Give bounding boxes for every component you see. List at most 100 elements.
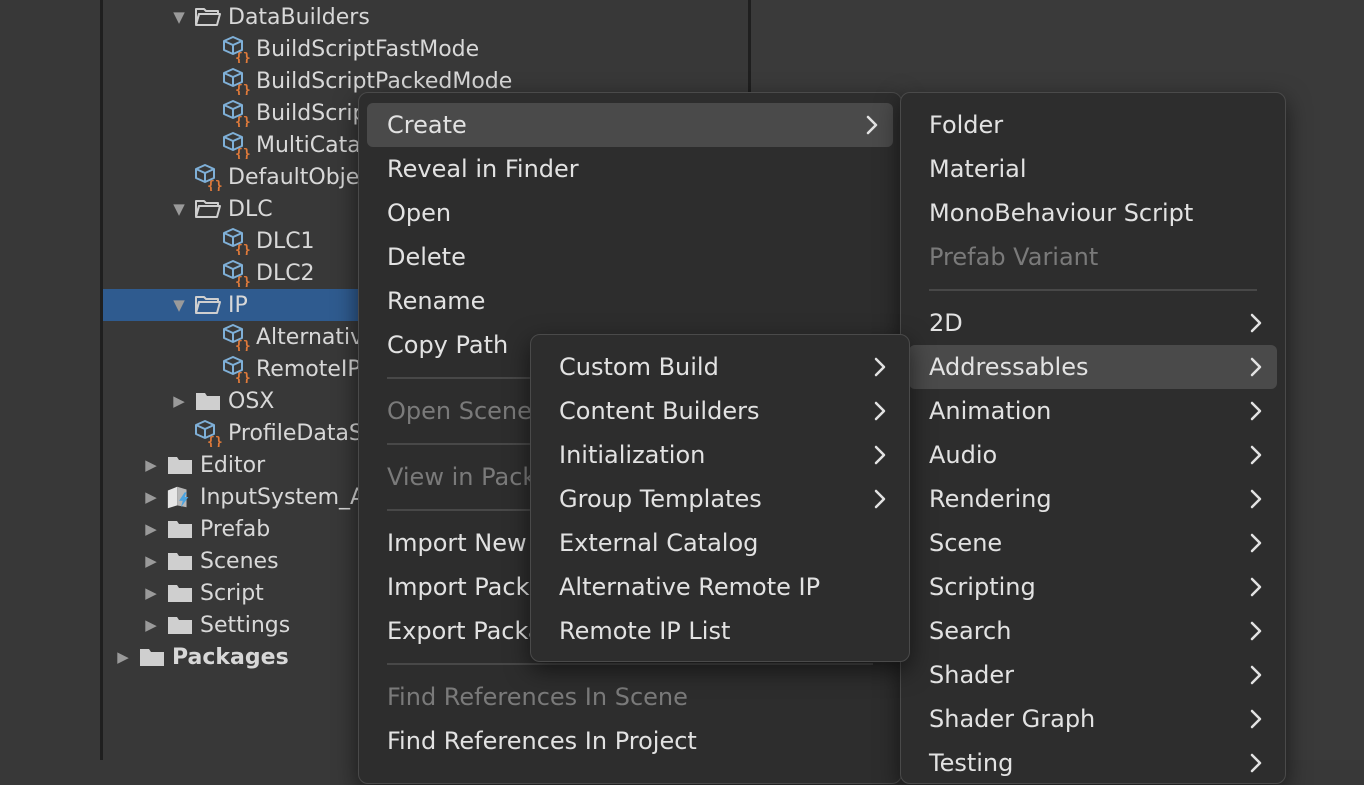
menu-item-shader[interactable]: Shader (909, 653, 1277, 697)
tree-item-label: Script (200, 580, 264, 606)
menu-item-label: Material (929, 155, 1027, 183)
menu-item-label: Delete (387, 243, 466, 271)
menu-item-addressables[interactable]: Addressables (909, 345, 1277, 389)
folder-icon (166, 580, 194, 606)
menu-item-custom-build[interactable]: Custom Build (539, 345, 901, 389)
create-submenu: Folder Material MonoBehaviour Script Prefab… (900, 92, 1286, 784)
chevron-right-icon (1249, 620, 1263, 648)
menu-item-2d[interactable]: 2D (909, 301, 1277, 345)
scriptable-object-icon: {} (194, 420, 222, 447)
expand-arrow-closed-icon[interactable]: ▶ (142, 456, 160, 474)
menu-item-testing[interactable]: Testing (909, 741, 1277, 785)
menu-item-label: External Catalog (559, 529, 759, 557)
menu-item-label: Content Builders (559, 397, 760, 425)
expand-arrow-closed-icon[interactable]: ▶ (142, 616, 160, 634)
chevron-right-icon (1249, 444, 1263, 472)
menu-item-scripting[interactable]: Scripting (909, 565, 1277, 609)
tree-item-label: Prefab (200, 516, 271, 542)
menu-item-content-builders[interactable]: Content Builders (539, 389, 901, 433)
folder-icon (138, 644, 166, 670)
menu-item-label: Shader (929, 661, 1015, 689)
menu-item-label: Create (387, 111, 467, 139)
menu-item-animation[interactable]: Animation (909, 389, 1277, 433)
expand-arrow-open-icon[interactable]: ▼ (170, 8, 188, 26)
menu-item-label: Custom Build (559, 353, 719, 381)
svg-text:{}: {} (235, 371, 250, 383)
expand-arrow-closed-icon[interactable]: ▶ (142, 488, 160, 506)
tree-item-label: DLC (228, 196, 273, 222)
chevron-right-icon (1249, 400, 1263, 428)
menu-item-label: Alternative Remote IP (559, 573, 821, 601)
scriptable-object-icon: {} (222, 260, 250, 287)
menu-item-rendering[interactable]: Rendering (909, 477, 1277, 521)
folder-icon (166, 452, 194, 478)
expand-arrow-open-icon[interactable]: ▼ (170, 296, 188, 314)
tree-item-buildscriptfastmode[interactable]: ▶{}BuildScriptFastMode (103, 33, 748, 65)
menu-separator (929, 289, 1257, 291)
chevron-right-icon (1249, 752, 1263, 780)
menu-item-label: Testing (929, 749, 1014, 777)
chevron-right-icon (1249, 356, 1263, 384)
menu-item-label: Initialization (559, 441, 706, 469)
menu-item-reveal-in-finder[interactable]: Reveal in Finder (367, 147, 893, 191)
tree-item-label: DataBuilders (228, 4, 370, 30)
menu-item-group-templates[interactable]: Group Templates (539, 477, 901, 521)
menu-item-label: Remote IP List (559, 617, 731, 645)
tree-item-databuilders[interactable]: ▼ DataBuilders (103, 1, 748, 33)
menu-item-open[interactable]: Open (367, 191, 893, 235)
menu-item-label: Find References In Scene (387, 683, 688, 711)
scriptable-object-icon: {} (222, 356, 250, 383)
expand-arrow-closed-icon[interactable]: ▶ (142, 552, 160, 570)
menu-item-find-references-in-project[interactable]: Find References In Project (367, 719, 893, 763)
chevron-right-icon (865, 114, 879, 142)
tree-item-label: IP (228, 292, 248, 318)
menu-item-label: Audio (929, 441, 998, 469)
expand-arrow-closed-icon[interactable]: ▶ (114, 648, 132, 666)
expand-arrow-open-icon[interactable]: ▼ (170, 200, 188, 218)
scriptable-object-icon: {} (222, 132, 250, 159)
chevron-right-icon (1249, 532, 1263, 560)
menu-item-label: MonoBehaviour Script (929, 199, 1194, 227)
menu-item-label: Copy Path (387, 331, 509, 359)
menu-item-create[interactable]: Create (367, 103, 893, 147)
menu-item-search[interactable]: Search (909, 609, 1277, 653)
chevron-right-icon (873, 400, 887, 428)
menu-item-label: Animation (929, 397, 1052, 425)
chevron-right-icon (1249, 488, 1263, 516)
scriptable-object-icon: {} (222, 324, 250, 351)
menu-item-external-catalog[interactable]: External Catalog (539, 521, 901, 565)
folder-open-icon (194, 292, 222, 318)
chevron-right-icon (1249, 664, 1263, 692)
menu-item-remote-ip-list[interactable]: Remote IP List (539, 609, 901, 653)
menu-item-shader-graph[interactable]: Shader Graph (909, 697, 1277, 741)
menu-item-monobehaviour-script[interactable]: MonoBehaviour Script (909, 191, 1277, 235)
menu-item-initialization[interactable]: Initialization (539, 433, 901, 477)
menu-item-folder[interactable]: Folder (909, 103, 1277, 147)
chevron-right-icon (873, 488, 887, 516)
menu-item-delete[interactable]: Delete (367, 235, 893, 279)
menu-item-label: Open (387, 199, 452, 227)
menu-item-audio[interactable]: Audio (909, 433, 1277, 477)
menu-item-label: Search (929, 617, 1012, 645)
expand-arrow-closed-icon[interactable]: ▶ (142, 520, 160, 538)
tree-item-label: Scenes (200, 548, 279, 574)
scriptable-object-icon: {} (194, 164, 222, 191)
svg-text:{}: {} (235, 275, 250, 287)
chevron-right-icon (1249, 576, 1263, 604)
menu-item-label: 2D (929, 309, 963, 337)
expand-arrow-closed-icon[interactable]: ▶ (142, 584, 160, 602)
expand-arrow-closed-icon[interactable]: ▶ (170, 392, 188, 410)
scriptable-object-icon: {} (222, 68, 250, 95)
menu-item-material[interactable]: Material (909, 147, 1277, 191)
menu-item-label: Reveal in Finder (387, 155, 579, 183)
tree-item-label: Editor (200, 452, 266, 478)
svg-text:{}: {} (235, 147, 250, 159)
menu-item-scene[interactable]: Scene (909, 521, 1277, 565)
chevron-right-icon (1249, 708, 1263, 736)
menu-item-alternative-remote-ip[interactable]: Alternative Remote IP (539, 565, 901, 609)
tree-item-label: DLC1 (256, 228, 315, 254)
menu-item-label: Rendering (929, 485, 1052, 513)
tree-item-label: OSX (228, 388, 275, 414)
scriptable-object-icon: {} (222, 36, 250, 63)
menu-item-rename[interactable]: Rename (367, 279, 893, 323)
